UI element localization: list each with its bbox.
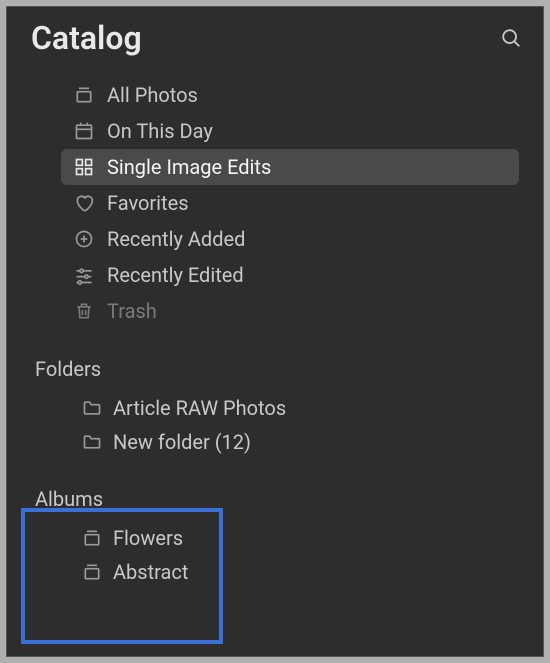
album-item[interactable]: Flowers [69, 521, 519, 555]
catalog-item-all-photos[interactable]: All Photos [61, 77, 519, 113]
catalog-item-label: Single Image Edits [107, 155, 271, 179]
search-icon [500, 27, 522, 49]
catalog-item-label: Favorites [107, 191, 189, 215]
trash-icon [73, 300, 95, 322]
catalog-item-label: Trash [107, 299, 157, 323]
album-item-label: Abstract [113, 560, 188, 584]
stack-icon [81, 527, 103, 549]
panel-header: Catalog [7, 7, 543, 77]
catalog-item-label: All Photos [107, 83, 198, 107]
catalog-item-label: On This Day [107, 119, 213, 143]
sliders-icon [73, 264, 95, 286]
album-item[interactable]: Abstract [69, 555, 519, 589]
stack-icon [73, 84, 95, 106]
albums-section-label: Albums [7, 459, 543, 521]
folder-item-label: Article RAW Photos [113, 396, 286, 420]
catalog-item-recently-added[interactable]: Recently Added [61, 221, 519, 257]
catalog-list: All Photos On This Day Single Image Edit… [7, 77, 543, 329]
plus-circle-icon [73, 228, 95, 250]
catalog-item-label: Recently Edited [107, 263, 244, 287]
grid-icon [73, 156, 95, 178]
catalog-item-label: Recently Added [107, 227, 245, 251]
calendar-icon [73, 120, 95, 142]
panel-title: Catalog [31, 19, 142, 57]
catalog-panel: Catalog All Photos [6, 6, 544, 657]
folder-item-label: New folder (12) [113, 430, 251, 454]
album-item-label: Flowers [113, 526, 183, 550]
folder-item[interactable]: Article RAW Photos [69, 391, 519, 425]
catalog-item-single-image-edits[interactable]: Single Image Edits [61, 149, 519, 185]
albums-list: Flowers Abstract [7, 521, 543, 589]
folders-list: Article RAW Photos New folder (12) [7, 391, 543, 459]
search-button[interactable] [497, 24, 525, 52]
catalog-item-recently-edited[interactable]: Recently Edited [61, 257, 519, 293]
catalog-item-favorites[interactable]: Favorites [61, 185, 519, 221]
catalog-item-trash[interactable]: Trash [61, 293, 519, 329]
stack-icon [81, 561, 103, 583]
folder-icon [81, 431, 103, 453]
heart-icon [73, 192, 95, 214]
folder-icon [81, 397, 103, 419]
folders-section-label: Folders [7, 329, 543, 391]
folder-item[interactable]: New folder (12) [69, 425, 519, 459]
catalog-item-on-this-day[interactable]: On This Day [61, 113, 519, 149]
